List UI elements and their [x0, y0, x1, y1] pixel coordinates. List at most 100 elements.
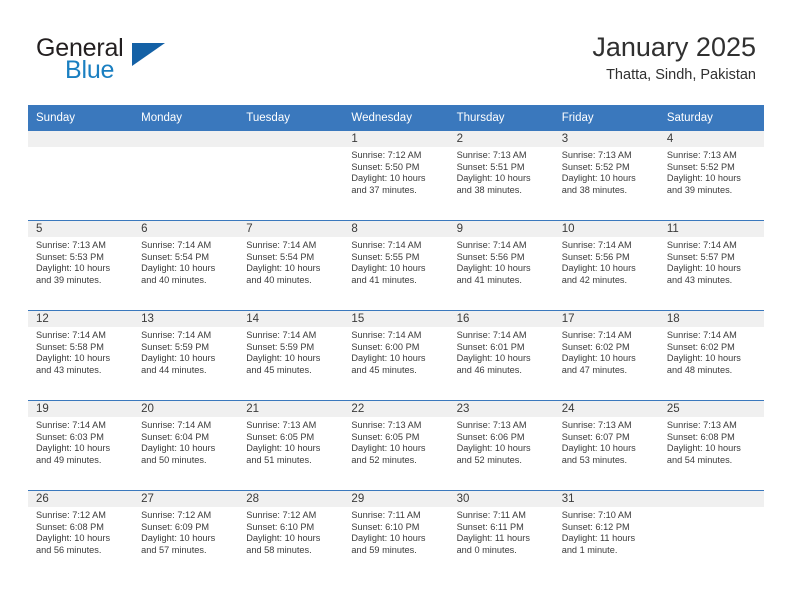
day-details: Sunrise: 7:12 AM Sunset: 6:08 PM Daylight:…: [28, 507, 133, 556]
day-number: 5: [28, 221, 134, 237]
daylight-text-line1: Daylight: 10 hours: [561, 263, 636, 274]
day-cell[interactable]: 1 Sunrise: 7:12 AM Sunset: 5:50 PM Daylight…: [343, 130, 449, 220]
calendar-cell: 1 Sunrise: 7:12 AM Sunset: 5:50 PM Daylight…: [343, 130, 449, 220]
day-details: Sunrise: 7:12 AM Sunset: 6:10 PM Daylight:…: [238, 507, 343, 556]
sunset-text: Sunset: 5:54 PM: [246, 251, 315, 262]
day-cell[interactable]: 12 Sunrise: 7:14 AM Sunset: 5:58 PM Dayligh…: [28, 310, 134, 400]
day-number: 7: [238, 221, 344, 237]
day-cell[interactable]: 3 Sunrise: 7:13 AM Sunset: 5:52 PM Daylight…: [553, 130, 659, 220]
sunset-text: Sunset: 6:10 PM: [246, 521, 315, 532]
daylight-text-line1: Daylight: 10 hours: [351, 173, 426, 184]
calendar-cell: 25 Sunrise: 7:13 AM Sunset: 6:08 PM Dayligh…: [658, 400, 764, 490]
day-cell[interactable]: 15 Sunrise: 7:14 AM Sunset: 6:00 PM Dayligh…: [343, 310, 449, 400]
day-details: Sunrise: 7:14 AM Sunset: 5:59 PM Daylight:…: [133, 327, 238, 376]
day-cell[interactable]: 16 Sunrise: 7:14 AM Sunset: 6:01 PM Dayligh…: [448, 310, 554, 400]
daylight-text-line1: Daylight: 10 hours: [666, 353, 741, 364]
daylight-text-line1: Daylight: 10 hours: [351, 533, 426, 544]
calendar-cell: 28 Sunrise: 7:12 AM Sunset: 6:10 PM Dayligh…: [238, 490, 344, 580]
day-cell[interactable]: 2 Sunrise: 7:13 AM Sunset: 5:51 PM Daylight…: [448, 130, 554, 220]
daylight-text-line2: and 52 minutes.: [351, 454, 417, 465]
calendar-cell: 7 Sunrise: 7:14 AM Sunset: 5:54 PM Daylight…: [238, 220, 344, 310]
day-cell[interactable]: 14 Sunrise: 7:14 AM Sunset: 5:59 PM Dayligh…: [238, 310, 344, 400]
calendar-cell: 27 Sunrise: 7:12 AM Sunset: 6:09 PM Dayligh…: [133, 490, 239, 580]
sunrise-text: Sunrise: 7:14 AM: [246, 330, 317, 340]
daylight-text-line2: and 51 minutes.: [246, 454, 312, 465]
weekday-header-monday: Monday: [133, 105, 239, 130]
day-cell[interactable]: 22 Sunrise: 7:13 AM Sunset: 6:05 PM Dayligh…: [343, 400, 449, 490]
sunset-text: Sunset: 5:58 PM: [36, 341, 104, 352]
day-cell[interactable]: 29 Sunrise: 7:11 AM Sunset: 6:10 PM Dayligh…: [343, 490, 449, 580]
day-number: 16: [448, 311, 554, 327]
day-number: 31: [553, 491, 659, 507]
day-number: 13: [133, 311, 239, 327]
sunrise-text: Sunrise: 7:13 AM: [561, 150, 632, 160]
day-details: Sunrise: 7:12 AM Sunset: 6:09 PM Daylight:…: [133, 507, 238, 556]
daylight-text-line1: Daylight: 10 hours: [456, 443, 531, 454]
sunrise-text: Sunrise: 7:13 AM: [246, 420, 317, 430]
sunrise-text: Sunrise: 7:12 AM: [246, 510, 317, 520]
sunrise-text: Sunrise: 7:14 AM: [351, 330, 422, 340]
sunrise-text: Sunrise: 7:13 AM: [351, 420, 422, 430]
day-cell[interactable]: 5 Sunrise: 7:13 AM Sunset: 5:53 PM Daylight…: [28, 220, 134, 310]
day-number: 25: [658, 401, 764, 417]
calendar-cell: 12 Sunrise: 7:14 AM Sunset: 5:58 PM Dayligh…: [28, 310, 134, 400]
calendar-cell: 23 Sunrise: 7:13 AM Sunset: 6:06 PM Dayligh…: [448, 400, 554, 490]
day-cell[interactable]: 20 Sunrise: 7:14 AM Sunset: 6:04 PM Dayligh…: [133, 400, 239, 490]
day-number: 26: [28, 491, 134, 507]
day-cell[interactable]: 30 Sunrise: 7:11 AM Sunset: 6:11 PM Dayligh…: [448, 490, 554, 580]
day-number: 10: [553, 221, 659, 237]
daylight-text-line1: Daylight: 10 hours: [141, 443, 216, 454]
day-details: Sunrise: 7:14 AM Sunset: 6:00 PM Daylight:…: [343, 327, 448, 376]
day-cell[interactable]: 25 Sunrise: 7:13 AM Sunset: 6:08 PM Dayligh…: [658, 400, 764, 490]
day-cell[interactable]: 10 Sunrise: 7:14 AM Sunset: 5:56 PM Dayligh…: [553, 220, 659, 310]
day-number: 2: [448, 131, 554, 147]
daylight-text-line1: Daylight: 10 hours: [246, 353, 321, 364]
daylight-text-line1: Daylight: 11 hours: [456, 533, 530, 544]
day-details: Sunrise: 7:14 AM Sunset: 5:56 PM Daylight:…: [554, 237, 659, 286]
day-number: 20: [133, 401, 239, 417]
day-cell[interactable]: 7 Sunrise: 7:14 AM Sunset: 5:54 PM Daylight…: [238, 220, 344, 310]
day-cell[interactable]: 6 Sunrise: 7:14 AM Sunset: 5:54 PM Daylight…: [133, 220, 239, 310]
daylight-text-line2: and 0 minutes.: [456, 544, 517, 555]
day-cell[interactable]: 19 Sunrise: 7:14 AM Sunset: 6:03 PM Dayligh…: [28, 400, 134, 490]
sunset-text: Sunset: 6:10 PM: [351, 521, 420, 532]
sunrise-text: Sunrise: 7:14 AM: [36, 330, 106, 340]
sunset-text: Sunset: 5:51 PM: [456, 161, 525, 172]
daylight-text-line2: and 58 minutes.: [246, 544, 312, 555]
day-cell[interactable]: 9 Sunrise: 7:14 AM Sunset: 5:56 PM Daylight…: [448, 220, 554, 310]
day-cell[interactable]: 24 Sunrise: 7:13 AM Sunset: 6:07 PM Dayligh…: [553, 400, 659, 490]
day-cell[interactable]: 18 Sunrise: 7:14 AM Sunset: 6:02 PM Dayligh…: [658, 310, 764, 400]
daylight-text-line1: Daylight: 10 hours: [36, 263, 111, 274]
sunset-text: Sunset: 6:00 PM: [351, 341, 420, 352]
day-cell[interactable]: 8 Sunrise: 7:14 AM Sunset: 5:55 PM Daylight…: [343, 220, 449, 310]
sunrise-text: Sunrise: 7:14 AM: [561, 240, 632, 250]
sunrise-text: Sunrise: 7:11 AM: [456, 510, 526, 520]
sunset-text: Sunset: 5:59 PM: [141, 341, 210, 352]
calendar-week-row: 12 Sunrise: 7:14 AM Sunset: 5:58 PM Dayligh…: [28, 310, 764, 400]
day-details: Sunrise: 7:14 AM Sunset: 5:59 PM Daylight:…: [238, 327, 343, 376]
day-details: Sunrise: 7:13 AM Sunset: 6:07 PM Daylight:…: [554, 417, 659, 466]
day-cell[interactable]: 23 Sunrise: 7:13 AM Sunset: 6:06 PM Dayligh…: [448, 400, 554, 490]
day-cell[interactable]: 26 Sunrise: 7:12 AM Sunset: 6:08 PM Dayligh…: [28, 490, 134, 580]
calendar-table: Sunday Monday Tuesday Wednesday Thursday…: [28, 105, 764, 580]
daylight-text-line2: and 41 minutes.: [456, 274, 522, 285]
day-number: 14: [238, 311, 344, 327]
daylight-text-line2: and 46 minutes.: [456, 364, 522, 375]
day-cell[interactable]: 31 Sunrise: 7:10 AM Sunset: 6:12 PM Dayligh…: [553, 490, 659, 580]
day-number: [238, 131, 344, 147]
day-cell[interactable]: 27 Sunrise: 7:12 AM Sunset: 6:09 PM Dayligh…: [133, 490, 239, 580]
day-cell[interactable]: 28 Sunrise: 7:12 AM Sunset: 6:10 PM Dayligh…: [238, 490, 344, 580]
calendar-cell: 20 Sunrise: 7:14 AM Sunset: 6:04 PM Dayligh…: [133, 400, 239, 490]
sunrise-text: Sunrise: 7:10 AM: [561, 510, 632, 520]
day-cell[interactable]: 11 Sunrise: 7:14 AM Sunset: 5:57 PM Dayligh…: [658, 220, 764, 310]
general-blue-logo[interactable]: General Blue: [36, 34, 246, 92]
calendar-cell: 8 Sunrise: 7:14 AM Sunset: 5:55 PM Daylight…: [343, 220, 449, 310]
day-cell[interactable]: 21 Sunrise: 7:13 AM Sunset: 6:05 PM Dayligh…: [238, 400, 344, 490]
weekday-header-thursday: Thursday: [448, 105, 554, 130]
calendar-cell: 18 Sunrise: 7:14 AM Sunset: 6:02 PM Dayligh…: [658, 310, 764, 400]
calendar-body: 1 Sunrise: 7:12 AM Sunset: 5:50 PM Daylight…: [28, 130, 764, 580]
day-cell[interactable]: 13 Sunrise: 7:14 AM Sunset: 5:59 PM Dayligh…: [133, 310, 239, 400]
day-cell[interactable]: 4 Sunrise: 7:13 AM Sunset: 5:52 PM Daylight…: [658, 130, 764, 220]
day-cell[interactable]: 17 Sunrise: 7:14 AM Sunset: 6:02 PM Dayligh…: [553, 310, 659, 400]
day-number: 6: [133, 221, 239, 237]
